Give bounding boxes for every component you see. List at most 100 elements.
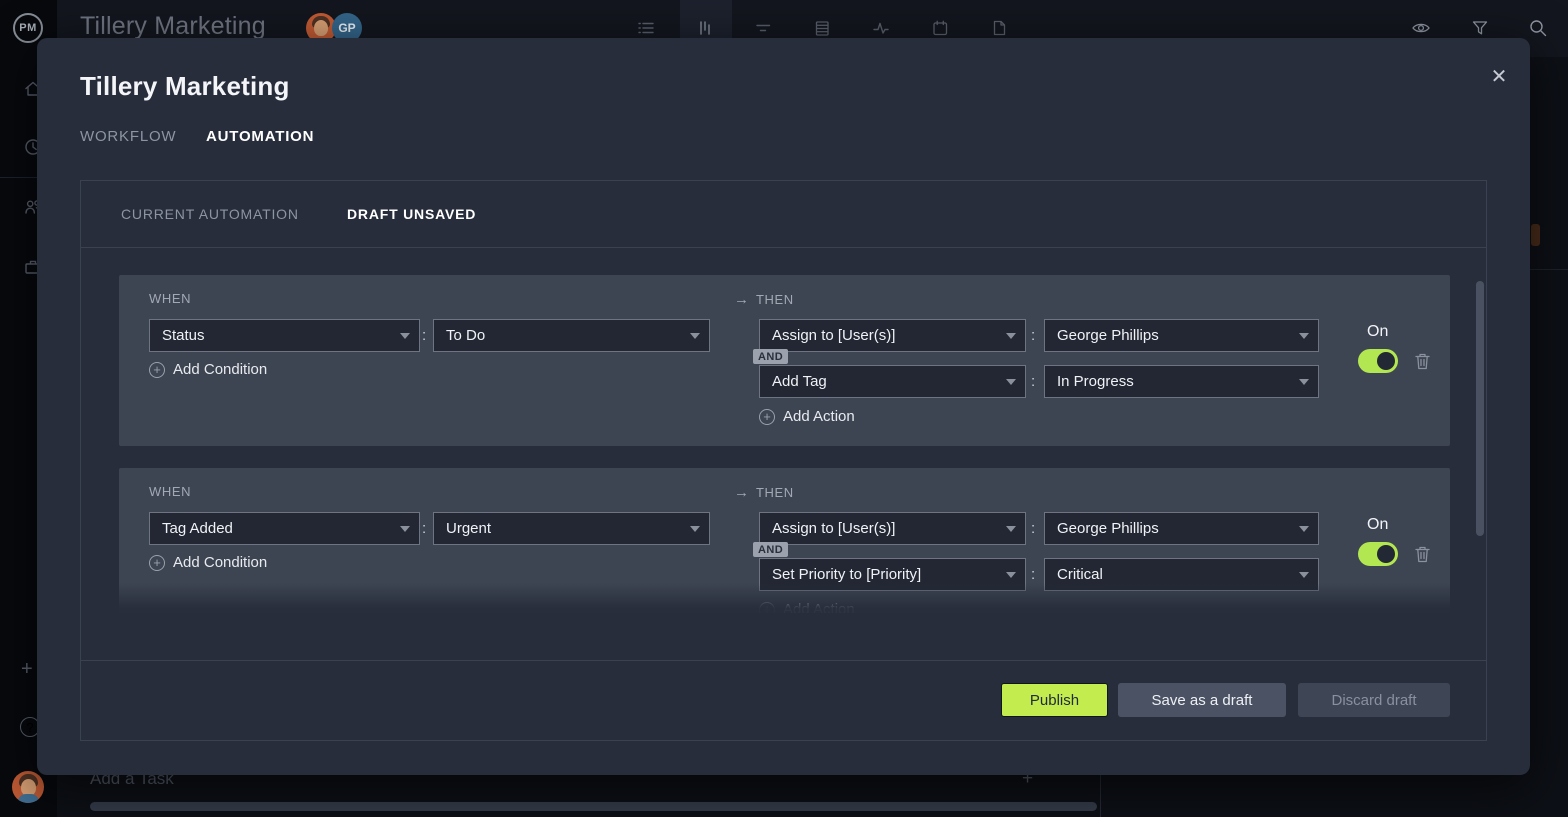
and-badge: AND xyxy=(753,542,788,557)
chevron-down-icon xyxy=(400,526,410,532)
toggle-label: On xyxy=(1367,323,1388,341)
automation-panel: CURRENT AUTOMATION DRAFT UNSAVED WHEN St… xyxy=(80,180,1487,741)
dropdown-value: George Phillips xyxy=(1057,520,1159,537)
action-value-dropdown[interactable]: In Progress xyxy=(1044,365,1319,398)
toggle-knob xyxy=(1377,545,1395,563)
separator: : xyxy=(1031,319,1035,352)
add-action-button[interactable]: Add Action xyxy=(759,601,855,613)
action-field-dropdown[interactable]: Assign to [User(s)] xyxy=(759,319,1026,352)
add-action-button[interactable]: Add Action xyxy=(759,408,855,425)
app-root: Tillery Marketing GP xyxy=(0,0,1568,817)
dropdown-value: Tag Added xyxy=(162,520,233,537)
board-view-icon[interactable] xyxy=(696,19,714,37)
activity-view-icon[interactable] xyxy=(872,19,890,37)
sheet-view-icon[interactable] xyxy=(813,19,831,37)
delete-rule-icon[interactable] xyxy=(1413,351,1432,371)
dropdown-value: Status xyxy=(162,327,205,344)
chevron-down-icon xyxy=(400,333,410,339)
add-condition-button[interactable]: Add Condition xyxy=(149,554,267,571)
condition-field-dropdown[interactable]: Tag Added xyxy=(149,512,420,545)
avatar-shirt xyxy=(18,794,39,803)
add-icon[interactable]: + xyxy=(21,658,33,681)
chevron-down-icon xyxy=(690,526,700,532)
filter-icon[interactable] xyxy=(1470,18,1488,36)
close-icon[interactable]: ✕ xyxy=(1485,62,1513,90)
action-field-dropdown[interactable]: Set Priority to [Priority] xyxy=(759,558,1026,591)
dropdown-value: Set Priority to [Priority] xyxy=(772,566,921,583)
tab-draft-unsaved[interactable]: DRAFT UNSAVED xyxy=(347,206,476,222)
docs-view-icon[interactable] xyxy=(990,19,1008,37)
add-icon xyxy=(759,409,775,425)
column-divider xyxy=(1100,775,1101,817)
action-value-dropdown[interactable]: George Phillips xyxy=(1044,319,1319,352)
user-avatar[interactable] xyxy=(12,771,44,803)
then-text: THEN xyxy=(756,485,794,500)
toggle-label: On xyxy=(1367,516,1388,534)
toggle-knob xyxy=(1377,352,1395,370)
then-label: → THEN xyxy=(734,484,794,501)
when-label: WHEN xyxy=(149,291,191,306)
chevron-down-icon xyxy=(1006,379,1016,385)
modal-title: Tillery Marketing xyxy=(80,71,290,102)
list-view-icon[interactable] xyxy=(637,19,655,37)
rule-enabled-toggle[interactable] xyxy=(1358,542,1398,566)
background-divider xyxy=(1530,269,1568,270)
automation-rule-card: WHEN Tag Added : Urgent Add Condition xyxy=(119,468,1450,613)
background-artifact xyxy=(1531,224,1540,246)
add-condition-button[interactable]: Add Condition xyxy=(149,361,267,378)
tab-workflow[interactable]: WORKFLOW xyxy=(80,128,176,145)
separator: : xyxy=(1031,365,1035,398)
discard-draft-button[interactable]: Discard draft xyxy=(1298,683,1450,717)
then-label: → THEN xyxy=(734,291,794,308)
condition-value-dropdown[interactable]: To Do xyxy=(433,319,710,352)
publish-button[interactable]: Publish xyxy=(1001,683,1108,717)
avatar-face xyxy=(314,20,328,36)
chevron-down-icon xyxy=(1299,379,1309,385)
automation-modal: Tillery Marketing ✕ WORKFLOW AUTOMATION … xyxy=(37,38,1530,775)
add-icon xyxy=(149,555,165,571)
separator: : xyxy=(1031,558,1035,591)
chevron-down-icon xyxy=(1006,572,1016,578)
gantt-view-icon[interactable] xyxy=(754,19,772,37)
calendar-view-icon[interactable] xyxy=(931,19,949,37)
condition-field-dropdown[interactable]: Status xyxy=(149,319,420,352)
automation-rule-card: WHEN Status : To Do Add Condition xyxy=(119,275,1450,446)
condition-value-dropdown[interactable]: Urgent xyxy=(433,512,710,545)
tab-automation[interactable]: AUTOMATION xyxy=(206,128,314,145)
when-label: WHEN xyxy=(149,484,191,499)
vertical-scrollbar[interactable] xyxy=(1476,281,1484,536)
project-title: Tillery Marketing xyxy=(80,12,266,41)
rules-scroll-area: WHEN Status : To Do Add Condition xyxy=(81,248,1486,613)
and-badge: AND xyxy=(753,349,788,364)
chevron-down-icon xyxy=(1006,526,1016,532)
dropdown-value: Add Tag xyxy=(772,373,827,390)
action-value-dropdown[interactable]: Critical xyxy=(1044,558,1319,591)
separator: : xyxy=(422,512,426,545)
dropdown-value: George Phillips xyxy=(1057,327,1159,344)
add-icon xyxy=(149,362,165,378)
add-action-label: Add Action xyxy=(783,601,855,613)
app-logo[interactable]: PM xyxy=(13,13,43,43)
add-condition-label: Add Condition xyxy=(173,361,267,378)
delete-rule-icon[interactable] xyxy=(1413,544,1432,564)
search-icon[interactable] xyxy=(1528,18,1546,36)
chevron-down-icon xyxy=(1299,333,1309,339)
action-field-dropdown[interactable]: Assign to [User(s)] xyxy=(759,512,1026,545)
dropdown-value: In Progress xyxy=(1057,373,1134,390)
save-draft-button[interactable]: Save as a draft xyxy=(1118,683,1286,717)
horizontal-scrollbar[interactable] xyxy=(90,802,1097,811)
panel-footer: Publish Save as a draft Discard draft xyxy=(81,660,1486,741)
dropdown-value: Assign to [User(s)] xyxy=(772,327,895,344)
then-arrow-icon: → xyxy=(734,484,749,501)
action-field-dropdown[interactable]: Add Tag xyxy=(759,365,1026,398)
add-icon xyxy=(759,602,775,614)
then-arrow-icon: → xyxy=(734,291,749,308)
action-value-dropdown[interactable]: George Phillips xyxy=(1044,512,1319,545)
chevron-down-icon xyxy=(1299,526,1309,532)
dropdown-value: Urgent xyxy=(446,520,491,537)
separator: : xyxy=(422,319,426,352)
rule-enabled-toggle[interactable] xyxy=(1358,349,1398,373)
eye-icon[interactable] xyxy=(1411,18,1429,36)
then-text: THEN xyxy=(756,292,794,307)
tab-current-automation[interactable]: CURRENT AUTOMATION xyxy=(121,206,299,222)
